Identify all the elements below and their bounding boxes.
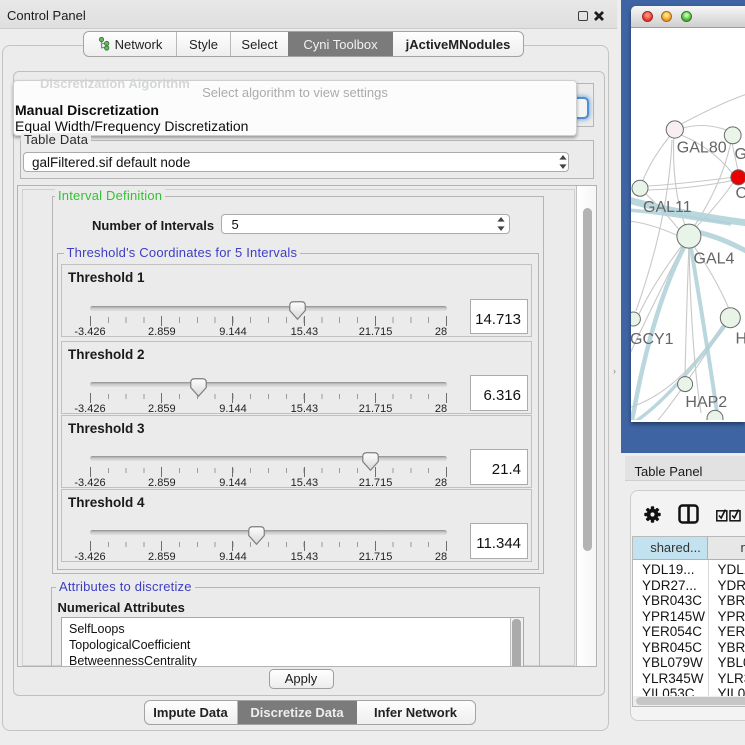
svg-text:GAL11: GAL11 — [643, 199, 692, 216]
svg-text:GAL80: GAL80 — [677, 139, 727, 156]
svg-text:HIS4: HIS4 — [736, 331, 745, 348]
svg-text:HAP2: HAP2 — [685, 394, 727, 411]
svg-text:GAL4: GAL4 — [694, 251, 735, 268]
svg-text:GA: GA — [735, 146, 745, 163]
svg-text:CD: CD — [736, 185, 745, 202]
svg-text:GCY1: GCY1 — [631, 331, 674, 348]
